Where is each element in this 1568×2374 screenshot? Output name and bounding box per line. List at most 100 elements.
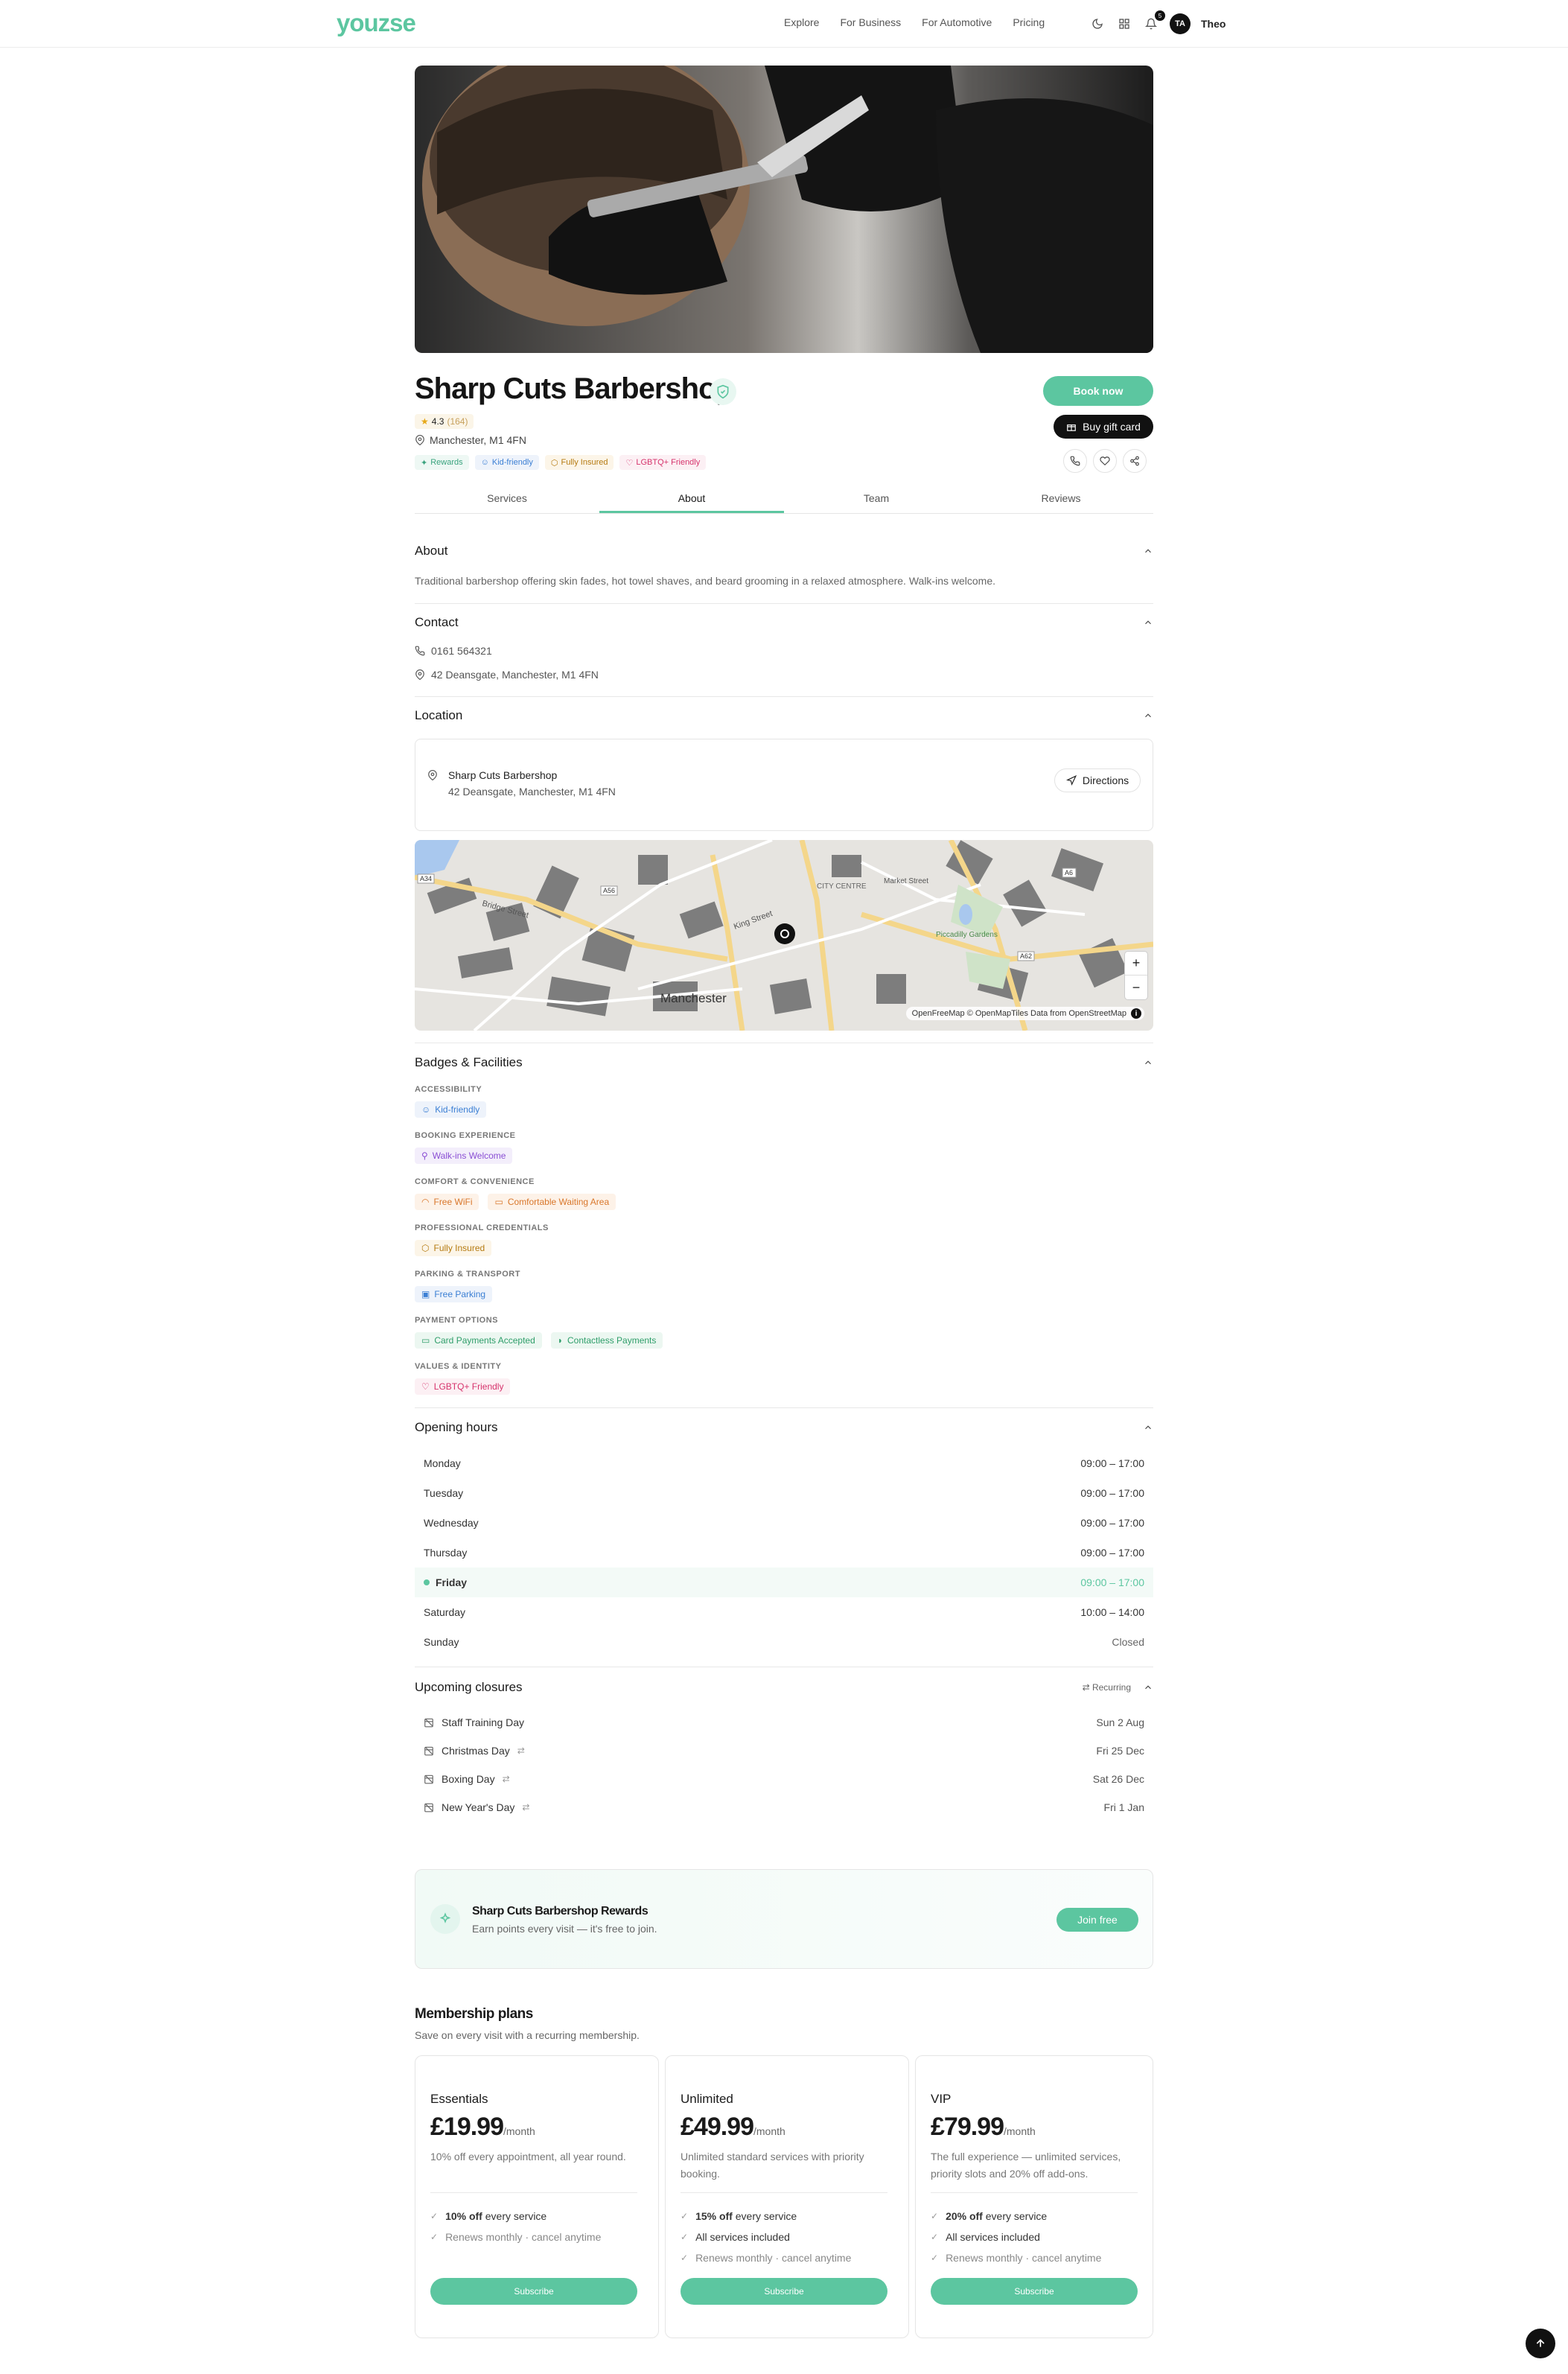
heart-icon: ♡ xyxy=(625,458,634,468)
directions-label: Directions xyxy=(1082,774,1129,786)
hours-row: Thursday 09:00 – 17:00 xyxy=(424,1547,1144,1559)
nav-link-pricing[interactable]: Pricing xyxy=(1013,16,1045,28)
zoom-in-button[interactable]: + xyxy=(1125,952,1147,976)
scroll-to-top-button[interactable] xyxy=(1526,2329,1555,2358)
nav-link-explore[interactable]: Explore xyxy=(784,16,819,28)
credit-card-icon: ▭ xyxy=(421,1335,430,1346)
shield-icon: ⬡ xyxy=(550,458,558,468)
badges-header[interactable]: Badges & Facilities xyxy=(415,1055,1153,1070)
plan-features: ✓ 10% off every service ✓ Renews monthly ·… xyxy=(430,2206,601,2247)
badge-free-wifi: ◠ Free WiFi xyxy=(415,1194,479,1210)
verified-shield-icon xyxy=(710,378,736,405)
chevron-up-icon[interactable] xyxy=(1143,710,1153,721)
tab-about[interactable]: About xyxy=(599,487,784,513)
phone-button[interactable] xyxy=(1063,449,1087,473)
repeat-icon: ⇄ xyxy=(522,1802,530,1813)
check-icon: ✓ xyxy=(430,2232,439,2242)
bell-icon[interactable]: 5 xyxy=(1143,10,1165,32)
badge-group-label: PARKING & TRANSPORT xyxy=(415,1270,520,1279)
grid-icon[interactable] xyxy=(1116,16,1132,32)
review-count: (164) xyxy=(447,416,468,427)
badge-group-label: BOOKING EXPERIENCE xyxy=(415,1131,516,1140)
badge-group-accessibility: ☺ Kid-friendly xyxy=(415,1101,487,1118)
plan-price: £19.99/month xyxy=(430,2113,535,2141)
location-card xyxy=(415,739,1153,831)
rating-badge[interactable]: ★ 4.3 (164) xyxy=(415,414,474,429)
feature-chips: ✦ Rewards ☺ Kid-friendly ⬡ Fully Insured ♡ L… xyxy=(415,455,707,470)
subscribe-button[interactable]: Subscribe xyxy=(430,2278,637,2305)
hours-row-today: Friday 09:00 – 17:00 xyxy=(415,1568,1153,1597)
badge-waiting-area: ▭ Comfortable Waiting Area xyxy=(488,1194,616,1210)
map-road-a56: A56 xyxy=(603,887,615,894)
closures-title: Upcoming closures xyxy=(415,1680,523,1694)
nav-links: Explore For Business For Automotive Pric… xyxy=(784,16,1045,28)
map-road-a62: A62 xyxy=(1020,952,1032,960)
nav-link-for-business[interactable]: For Business xyxy=(840,16,901,28)
directions-button[interactable]: Directions xyxy=(1054,768,1141,792)
map-label-city-centre: CITY CENTRE xyxy=(817,882,867,891)
badge-group-comfort: ◠ Free WiFi ▭ Comfortable Waiting Area xyxy=(415,1194,616,1210)
chevron-up-icon[interactable] xyxy=(1143,617,1153,628)
location-name: Sharp Cuts Barbershop xyxy=(448,769,558,781)
logo[interactable]: youzse xyxy=(337,9,416,37)
calendar-off-icon xyxy=(424,1718,433,1728)
hours-row: Sunday Closed xyxy=(424,1636,1144,1648)
smile-icon: ☺ xyxy=(480,458,489,467)
chevron-up-icon[interactable] xyxy=(1143,1422,1153,1433)
plan-name: Unlimited xyxy=(681,2092,733,2106)
plan-feature: ✓ All services included xyxy=(681,2231,790,2243)
shield-icon: ⬡ xyxy=(421,1243,430,1253)
about-title: About xyxy=(415,544,448,558)
info-icon[interactable]: i xyxy=(1131,1008,1141,1019)
divider xyxy=(681,2192,887,2193)
location-header[interactable]: Location xyxy=(415,708,1153,723)
favorite-button[interactable] xyxy=(1093,449,1117,473)
location-address: 42 Deansgate, Manchester, M1 4FN xyxy=(448,786,616,798)
hours-header[interactable]: Opening hours xyxy=(415,1420,1153,1435)
subscribe-button[interactable]: Subscribe xyxy=(931,2278,1138,2305)
badge-free-parking: ▣ Free Parking xyxy=(415,1286,493,1302)
user-name[interactable]: Theo xyxy=(1201,18,1226,30)
map-label-piccadilly: Piccadilly Gardens xyxy=(936,931,998,939)
repeat-icon: ⇄ xyxy=(502,1774,510,1784)
tab-reviews[interactable]: Reviews xyxy=(969,487,1153,513)
chevron-up-icon[interactable] xyxy=(1143,1682,1153,1693)
closures-header[interactable]: Upcoming closures ⇄ Recurring xyxy=(415,1680,1153,1695)
tab-services[interactable]: Services xyxy=(415,487,599,513)
contact-phone-row[interactable]: 0161 564321 xyxy=(415,645,492,657)
map-pin-icon xyxy=(415,435,424,445)
badge-group-parking: ▣ Free Parking xyxy=(415,1286,493,1302)
zoom-out-button[interactable]: − xyxy=(1125,976,1147,999)
avatar[interactable]: TA xyxy=(1170,13,1191,34)
moon-icon[interactable] xyxy=(1089,16,1106,32)
location-title: Location xyxy=(415,708,463,722)
hours-row: Saturday 10:00 – 14:00 xyxy=(424,1606,1144,1618)
about-header[interactable]: About xyxy=(415,544,1153,559)
subscribe-button[interactable]: Subscribe xyxy=(681,2278,887,2305)
attribution-text: OpenFreeMap © OpenMapTiles Data from Ope… xyxy=(911,1009,1126,1018)
check-icon: ✓ xyxy=(931,2211,939,2221)
map-attribution[interactable]: OpenFreeMap © OpenMapTiles Data from Ope… xyxy=(905,1007,1144,1020)
tab-team[interactable]: Team xyxy=(784,487,969,513)
plan-card-essentials: Essentials £19.99/month 10% off every ap… xyxy=(415,2055,659,2338)
map[interactable]: Manchester CITY CENTRE Piccadilly Garden… xyxy=(415,840,1153,1031)
map-road-a6: A6 xyxy=(1065,869,1073,876)
badge-kid-friendly: ☺ Kid-friendly xyxy=(415,1101,487,1118)
plan-feature: ✓ 20% off every service xyxy=(931,2210,1048,2222)
about-text: Traditional barbershop offering skin fad… xyxy=(415,575,996,587)
heart-icon: ♡ xyxy=(421,1381,430,1392)
contact-header[interactable]: Contact xyxy=(415,615,1153,630)
chevron-up-icon[interactable] xyxy=(1143,546,1153,556)
contact-phone[interactable]: 0161 564321 xyxy=(431,645,492,657)
badge-fully-insured: ⬡ Fully Insured xyxy=(415,1240,492,1256)
plan-name: Essentials xyxy=(430,2092,488,2106)
buy-gift-card-button[interactable]: Buy gift card xyxy=(1054,415,1153,439)
plan-feature: ✓ Renews monthly · cancel anytime xyxy=(681,2252,852,2264)
nav-link-for-automotive[interactable]: For Automotive xyxy=(922,16,992,28)
join-free-button[interactable]: Join free xyxy=(1057,1908,1138,1932)
plan-card-unlimited: Unlimited £49.99/month Unlimited standar… xyxy=(665,2055,909,2338)
share-button[interactable] xyxy=(1123,449,1147,473)
parking-icon: ▣ xyxy=(421,1289,430,1299)
chevron-up-icon[interactable] xyxy=(1143,1057,1153,1068)
book-now-button[interactable]: Book now xyxy=(1043,376,1153,406)
